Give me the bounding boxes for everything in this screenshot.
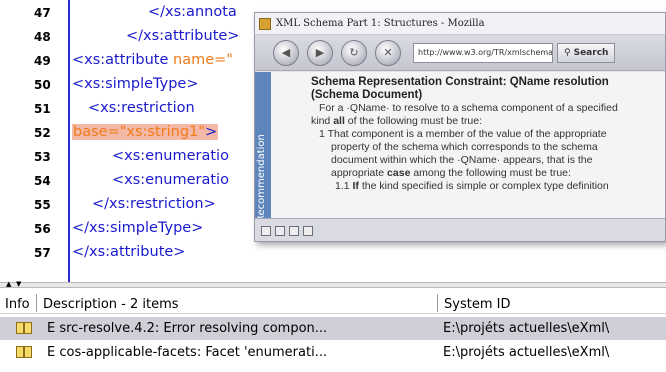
browser-status-bar — [255, 218, 665, 241]
code-text[interactable]: </xs:annota — [148, 4, 237, 20]
mail-icon[interactable] — [275, 226, 285, 236]
composer-icon[interactable] — [289, 226, 299, 236]
code-element: > — [204, 124, 218, 140]
book-icon — [16, 346, 33, 358]
stop-icon: ✕ — [383, 46, 393, 59]
code-text[interactable]: <xs:simpleType> — [72, 76, 199, 92]
problems-panel: Info Description - 2 items System ID E s… — [0, 288, 666, 372]
code-attribute: base="xs:string1" — [73, 124, 205, 140]
help-browser-window[interactable]: XML Schema Part 1: Structures - Mozilla … — [254, 12, 666, 242]
line-number: 50 — [34, 78, 51, 92]
code-attribute: name=" — [173, 52, 233, 68]
problem-row[interactable]: E cos-applicable-facets: Facet 'enumerat… — [0, 341, 666, 364]
url-input[interactable]: http://www.w3.org/TR/xmlschema-1/ — [413, 42, 553, 63]
content-text: For a ·QName· to resolve to a schema com… — [319, 102, 618, 114]
browser-title-bar[interactable]: XML Schema Part 1: Structures - Mozilla — [255, 13, 665, 35]
status-icon[interactable] — [261, 226, 271, 236]
line-number: 53 — [34, 150, 51, 164]
forward-arrow-icon: ▶ — [315, 46, 325, 59]
reload-icon: ↻ — [349, 46, 359, 59]
stop-button[interactable]: ✕ — [375, 39, 401, 66]
content-heading: Schema Representation Constraint: QName … — [311, 76, 609, 88]
line-number: 52 — [34, 126, 51, 140]
browser-title: XML Schema Part 1: Structures - Mozilla — [276, 18, 485, 29]
panel-header: Info Description - 2 items System ID — [0, 288, 666, 314]
problem-description: E cos-applicable-facets: Facet 'enumerat… — [47, 345, 328, 360]
code-text[interactable]: <xs:enumeratio — [112, 172, 229, 188]
content-text: 1 That component is a member of the valu… — [319, 128, 607, 140]
code-text[interactable]: <xs:restriction — [88, 100, 195, 116]
search-icon: ⚲ — [564, 47, 571, 58]
code-text[interactable]: </xs:attribute> — [72, 244, 185, 260]
addressbook-icon[interactable] — [303, 226, 313, 236]
collapse-up-icon[interactable]: ▲ — [6, 280, 11, 288]
code-text[interactable]: <xs:attribute name=" — [72, 52, 233, 68]
content-text: property of the schema which corresponds… — [331, 141, 598, 153]
code-editor[interactable]: 47 </xs:annota 48 </xs:attribute> 49 <xs… — [0, 0, 666, 282]
line-number: 54 — [34, 174, 51, 188]
back-arrow-icon: ◀ — [281, 46, 291, 59]
line-number: 47 — [34, 6, 51, 20]
column-header-info[interactable]: Info — [5, 297, 30, 312]
column-divider[interactable] — [437, 294, 438, 312]
code-line[interactable]: 57 </xs:attribute> — [0, 242, 666, 266]
column-header-description[interactable]: Description - 2 items — [43, 297, 179, 312]
code-element: <xs:attribute — [72, 52, 174, 68]
browser-toolbar: ◀ ▶ ↻ ✕ http://www.w3.org/TR/xmlschema-1… — [255, 35, 665, 71]
code-text[interactable]: </xs:attribute> — [126, 28, 239, 44]
forward-button[interactable]: ▶ — [307, 39, 333, 66]
reload-button[interactable]: ↻ — [341, 39, 367, 66]
line-number: 49 — [34, 54, 51, 68]
content-text: appropriate case among the following mus… — [331, 167, 571, 179]
problem-system-id: E:\projéts actuelles\eXml\ — [443, 345, 610, 360]
url-text: http://www.w3.org/TR/xmlschema-1/ — [418, 48, 553, 57]
content-subheading: (Schema Document) — [311, 89, 423, 101]
line-number: 51 — [34, 102, 51, 116]
search-label: Search — [573, 47, 609, 58]
sidebar-label: Recommendation — [256, 134, 267, 222]
error-highlight: base="xs:string1"> — [72, 124, 219, 140]
line-number: 57 — [34, 246, 51, 260]
book-icon — [16, 322, 33, 334]
column-divider[interactable] — [36, 294, 37, 312]
collapse-down-icon[interactable]: ▼ — [16, 280, 21, 288]
mozilla-icon — [259, 17, 271, 30]
code-text[interactable]: base="xs:string1"> — [72, 124, 219, 140]
code-text[interactable]: </xs:restriction> — [92, 196, 216, 212]
line-number: 48 — [34, 30, 51, 44]
problem-system-id: E:\projéts actuelles\eXml\ — [443, 321, 610, 336]
line-number: 56 — [34, 222, 51, 236]
content-text: document within which the ·QName· appear… — [331, 154, 593, 166]
search-button[interactable]: ⚲ Search — [557, 42, 616, 63]
code-text[interactable]: <xs:enumeratio — [112, 148, 229, 164]
back-button[interactable]: ◀ — [273, 39, 299, 66]
browser-content[interactable]: Schema Representation Constraint: QName … — [271, 72, 665, 218]
problem-row[interactable]: E src-resolve.4.2: Error resolving compo… — [0, 317, 666, 340]
column-header-system-id[interactable]: System ID — [444, 297, 510, 312]
code-text[interactable]: </xs:simpleType> — [72, 220, 203, 236]
line-number: 55 — [34, 198, 51, 212]
content-text: kind all of the following must be true: — [311, 115, 483, 127]
problem-description: E src-resolve.4.2: Error resolving compo… — [47, 321, 328, 336]
recommendation-sidebar: Recommendation — [255, 72, 271, 240]
content-text: 1.1 If the kind specified is simple or c… — [335, 180, 609, 192]
